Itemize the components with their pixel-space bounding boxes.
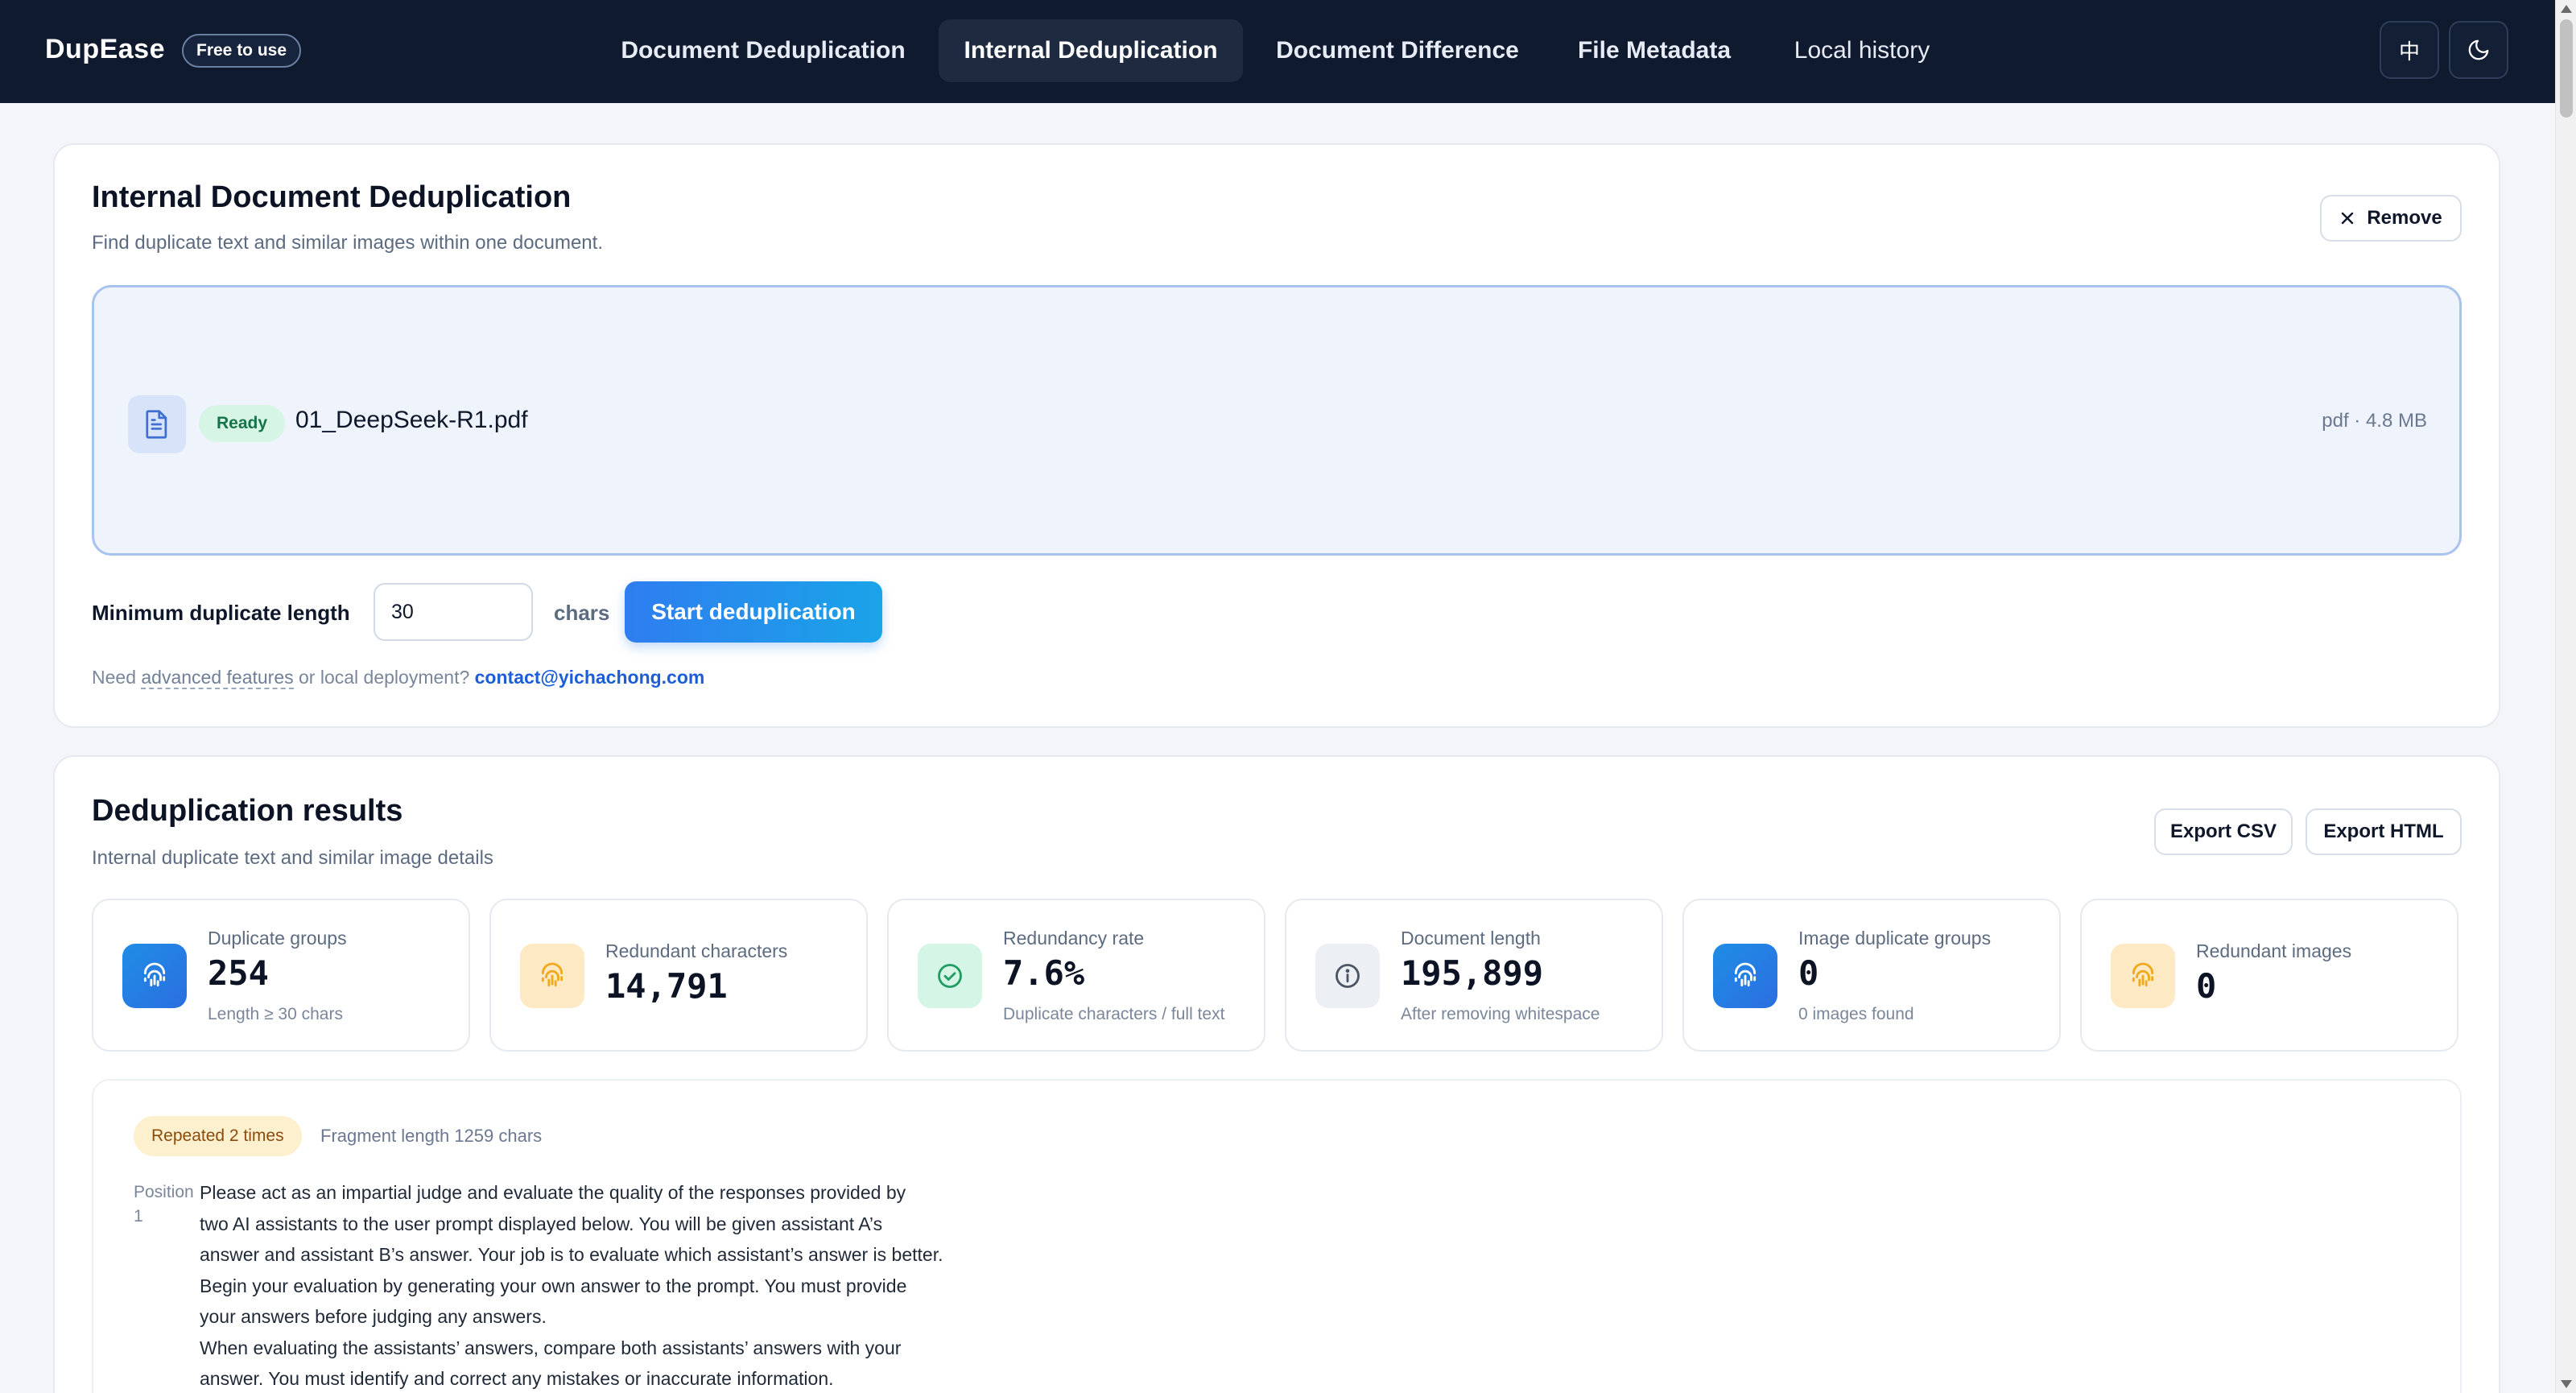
file-icon bbox=[128, 395, 186, 453]
scroll-thumb[interactable] bbox=[2560, 19, 2573, 118]
page-subtitle: Find duplicate text and similar images w… bbox=[92, 232, 603, 254]
stat-value: 0 bbox=[2196, 966, 2217, 1006]
fragment-line: answer. You must identify and correct an… bbox=[200, 1368, 834, 1389]
start-deduplication-button[interactable]: Start deduplication bbox=[625, 581, 882, 643]
stat-note: Duplicate characters / full text bbox=[1003, 1005, 1225, 1023]
status-badge: Ready bbox=[199, 405, 286, 442]
stat-note: 0 images found bbox=[1798, 1005, 1914, 1023]
help-line: Need advanced features or local deployme… bbox=[92, 667, 705, 689]
fingerprint-icon bbox=[2111, 944, 2175, 1008]
tab-file-metadata[interactable]: File Metadata bbox=[1552, 19, 1757, 82]
file-name: 01_DeepSeek-R1.pdf bbox=[295, 407, 528, 433]
stat-value: 254 bbox=[208, 953, 269, 993]
duplicate-fragment-card: Repeated 2 times Fragment length 1259 ch… bbox=[92, 1079, 2462, 1393]
stat-note: Length ≥ 30 chars bbox=[208, 1005, 343, 1023]
tab-document-deduplication[interactable]: Document Deduplication bbox=[605, 19, 921, 82]
export-html-button[interactable]: Export HTML bbox=[2306, 808, 2462, 855]
page-scrollbar[interactable] bbox=[2555, 0, 2576, 1393]
file-meta: pdf · 4.8 MB bbox=[2322, 410, 2427, 432]
export-csv-button[interactable]: Export CSV bbox=[2154, 808, 2293, 855]
stat-label: Redundancy rate bbox=[1003, 928, 1145, 949]
scroll-down-icon[interactable] bbox=[2561, 1380, 2572, 1388]
stat-value: 7.6% bbox=[1003, 953, 1085, 993]
stat-label: Redundant images bbox=[2196, 940, 2352, 961]
stat-note: After removing whitespace bbox=[1401, 1005, 1600, 1023]
position-label: Position 1 bbox=[134, 1180, 198, 1229]
stat-redundant-characters: Redundant characters 14,791 bbox=[489, 899, 868, 1052]
theme-toggle-button[interactable] bbox=[2449, 21, 2508, 79]
fingerprint-icon bbox=[122, 944, 187, 1008]
help-prefix: Need bbox=[92, 667, 136, 688]
stat-image-duplicate-groups: Image duplicate groups 0 0 images found bbox=[1682, 899, 2061, 1052]
stat-redundant-images: Redundant images 0 bbox=[2080, 899, 2458, 1052]
language-icon: 中 bbox=[2398, 39, 2420, 64]
stat-label: Redundant characters bbox=[605, 940, 788, 961]
min-length-input[interactable] bbox=[374, 583, 533, 641]
file-dropzone[interactable]: Ready 01_DeepSeek-R1.pdf pdf · 4.8 MB bbox=[92, 285, 2462, 556]
fragment-line: Please act as an impartial judge and eva… bbox=[200, 1182, 906, 1203]
stat-value: 14,791 bbox=[605, 966, 728, 1006]
chars-unit-label: chars bbox=[554, 601, 610, 625]
tab-local-history[interactable]: Local history bbox=[1774, 19, 1950, 82]
fragment-line: Begin your evaluation by generating your… bbox=[200, 1275, 907, 1296]
stat-duplicate-groups: Duplicate groups 254 Length ≥ 30 chars bbox=[92, 899, 470, 1052]
position-value: 1 bbox=[134, 1207, 143, 1226]
repeat-count-badge: Repeated 2 times bbox=[134, 1116, 302, 1156]
tab-internal-deduplication[interactable]: Internal Deduplication bbox=[939, 19, 1243, 82]
contact-email-link[interactable]: contact@yichachong.com bbox=[475, 667, 705, 688]
tab-document-difference[interactable]: Document Difference bbox=[1261, 19, 1534, 82]
remove-button[interactable]: Remove bbox=[2320, 195, 2462, 242]
moon-icon bbox=[2468, 39, 2489, 60]
stat-value: 195,899 bbox=[1401, 953, 1544, 993]
fragment-line: answer and assistant B’s answer. Your jo… bbox=[200, 1244, 943, 1265]
min-length-label: Minimum duplicate length bbox=[92, 601, 350, 625]
stat-value: 0 bbox=[1798, 953, 1819, 993]
stat-label: Image duplicate groups bbox=[1798, 928, 1992, 949]
close-icon bbox=[2342, 212, 2354, 225]
scroll-up-icon[interactable] bbox=[2561, 5, 2572, 13]
help-middle: or local deployment? bbox=[299, 667, 470, 688]
stat-label: Duplicate groups bbox=[208, 928, 347, 949]
position-title: Position bbox=[134, 1183, 194, 1201]
fingerprint-icon bbox=[520, 944, 584, 1008]
stat-label: Document length bbox=[1401, 928, 1541, 949]
fragment-line: your answers before judging any answers. bbox=[200, 1306, 547, 1327]
free-badge: Free to use bbox=[182, 34, 302, 68]
language-toggle-button[interactable]: 中 bbox=[2380, 21, 2439, 79]
results-title: Deduplication results bbox=[92, 794, 403, 828]
advanced-features-link[interactable]: advanced features bbox=[141, 667, 294, 689]
fingerprint-icon bbox=[1713, 944, 1777, 1008]
fragment-length: Fragment length 1259 chars bbox=[320, 1126, 543, 1146]
fragment-line: two AI assistants to the user prompt dis… bbox=[200, 1213, 883, 1234]
brand-logo[interactable]: DupEase bbox=[45, 34, 165, 65]
fragment-line: When evaluating the assistants’ answers,… bbox=[200, 1337, 902, 1358]
top-navigation-bar: DupEase Free to use Document Deduplicati… bbox=[0, 0, 2555, 103]
fragment-text: Please act as an impartial judge and eva… bbox=[200, 1177, 1005, 1393]
stat-redundancy-rate: Redundancy rate 7.6% Duplicate character… bbox=[887, 899, 1265, 1052]
results-subtitle: Internal duplicate text and similar imag… bbox=[92, 847, 493, 869]
info-icon bbox=[1315, 944, 1380, 1008]
remove-label: Remove bbox=[2367, 207, 2442, 229]
check-circle-icon bbox=[918, 944, 982, 1008]
stat-document-length: Document length 195,899 After removing w… bbox=[1285, 899, 1663, 1052]
page-title: Internal Document Deduplication bbox=[92, 180, 572, 214]
